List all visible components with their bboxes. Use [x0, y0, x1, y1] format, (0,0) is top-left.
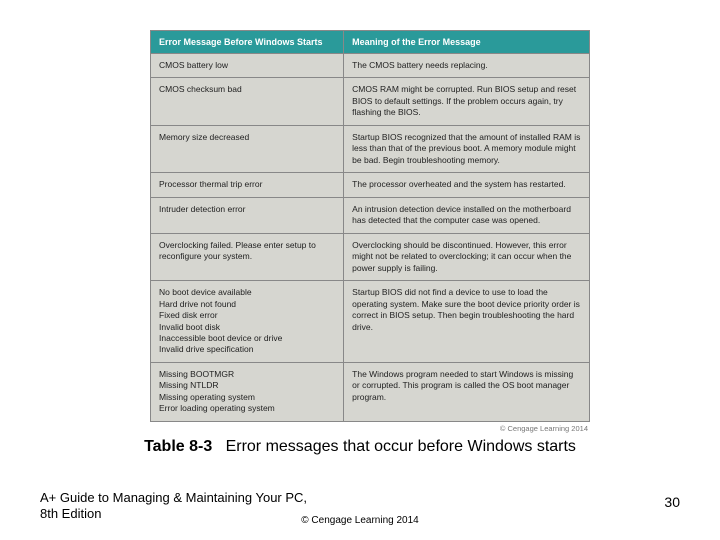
cell-error: No boot device available Hard drive not …	[151, 281, 344, 363]
cell-meaning: The CMOS battery needs replacing.	[344, 54, 590, 78]
cell-error: Processor thermal trip error	[151, 173, 344, 197]
cell-meaning: CMOS RAM might be corrupted. Run BIOS se…	[344, 78, 590, 125]
cell-error: CMOS checksum bad	[151, 78, 344, 125]
col-header-meaning: Meaning of the Error Message	[344, 31, 590, 54]
caption-text: Error messages that occur before Windows…	[226, 438, 576, 455]
cell-error: Overclocking failed. Please enter setup …	[151, 233, 344, 280]
caption: Table 8-3 Error messages that occur befo…	[0, 438, 720, 456]
table-row: CMOS checksum bad CMOS RAM might be corr…	[151, 78, 590, 125]
caption-label: Table 8-3	[144, 438, 212, 455]
cell-error: CMOS battery low	[151, 54, 344, 78]
table-row: CMOS battery low The CMOS battery needs …	[151, 54, 590, 78]
cell-meaning: An intrusion detection device installed …	[344, 197, 590, 233]
footer-copyright: © Cengage Learning 2014	[0, 511, 720, 522]
slide: Error Message Before Windows Starts Mean…	[0, 0, 720, 540]
table-credit: © Cengage Learning 2014	[500, 424, 588, 433]
cell-error: Intruder detection error	[151, 197, 344, 233]
cell-meaning: Overclocking should be discontinued. How…	[344, 233, 590, 280]
table-header-row: Error Message Before Windows Starts Mean…	[151, 31, 590, 54]
table-row: Overclocking failed. Please enter setup …	[151, 233, 590, 280]
table-row: Processor thermal trip error The process…	[151, 173, 590, 197]
table-row: Memory size decreased Startup BIOS recog…	[151, 125, 590, 172]
cell-meaning: Startup BIOS recognized that the amount …	[344, 125, 590, 172]
cell-meaning: Startup BIOS did not find a device to us…	[344, 281, 590, 363]
error-table: Error Message Before Windows Starts Mean…	[150, 30, 590, 422]
cell-error: Memory size decreased	[151, 125, 344, 172]
error-table-wrap: Error Message Before Windows Starts Mean…	[150, 30, 590, 422]
table-row: No boot device available Hard drive not …	[151, 281, 590, 363]
col-header-error: Error Message Before Windows Starts	[151, 31, 344, 54]
table-row: Intruder detection error An intrusion de…	[151, 197, 590, 233]
cell-error: Missing BOOTMGR Missing NTLDR Missing op…	[151, 362, 344, 421]
footer-page-number: 30	[664, 494, 680, 510]
table-row: Missing BOOTMGR Missing NTLDR Missing op…	[151, 362, 590, 421]
cell-meaning: The processor overheated and the system …	[344, 173, 590, 197]
cell-meaning: The Windows program needed to start Wind…	[344, 362, 590, 421]
